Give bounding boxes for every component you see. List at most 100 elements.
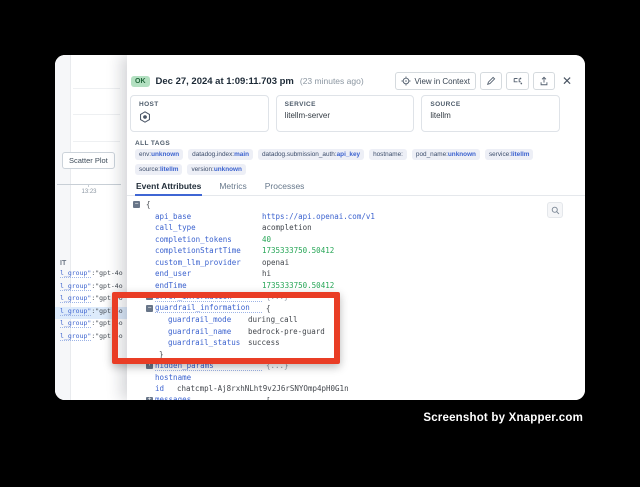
divider [73,88,120,89]
target-icon [401,76,411,86]
tab-metrics[interactable]: Metrics [218,177,247,195]
json-key[interactable]: hostname [155,373,191,382]
json-value: success [248,338,280,347]
list-item[interactable]: l_group":"gpt-4o [55,269,127,282]
list-item[interactable]: l_group":"gpt-4o [55,294,127,307]
row-attribute-value: :"gpt-4o [91,307,122,315]
status-badge: OK [131,76,150,87]
json-line: } [127,349,585,361]
list-item[interactable]: l_group":"gpt-4o [55,332,127,345]
info-box-value [139,111,260,125]
json-key[interactable]: guardrail_information [155,303,262,313]
view-in-context-button[interactable]: View in Context [395,72,476,90]
left-rail [55,55,71,400]
host-service-source-row: HOST SERVICElitellm-serverSOURCElitellm [130,95,560,132]
json-line-hidden-params: +hidden_params{...} [127,360,585,372]
tag-value: main [234,151,249,158]
close-button[interactable]: ✕ [559,72,575,90]
json-value: 40 [262,235,271,244]
info-box-host: HOST [130,95,269,132]
related-traces-button[interactable] [506,72,529,90]
divider [73,114,120,115]
row-attribute-value: :"gpt-4o [91,269,122,277]
tab-processes[interactable]: Processes [264,177,306,195]
search-button[interactable] [547,202,563,218]
row-attribute-key: l_group" [60,282,91,291]
tab-bar: Event Attributes Metrics Processes [127,177,585,196]
tag-hostname[interactable]: hostname: [369,149,407,160]
json-key[interactable]: hidden_params [155,361,262,371]
row-attribute-value: :"gpt-4o [91,294,122,302]
json-key[interactable]: guardrail_status [168,338,248,347]
json-value: acompletion [262,223,312,232]
json-key[interactable]: api_base [155,212,262,221]
json-key[interactable]: completionStartTime [155,246,262,255]
json-key[interactable]: end_user [155,269,262,278]
json-key[interactable]: messages [155,395,262,400]
json-key[interactable]: endTime [155,281,262,290]
event-detail-panel: OK Dec 27, 2024 at 1:09:11.703 pm (23 mi… [127,55,585,400]
json-key[interactable]: guardrail_mode [168,315,248,324]
tag-version[interactable]: version:unknown [187,164,245,175]
tag-source[interactable]: source:litellm [135,164,182,175]
app-window: Scatter Plot 13:23 IT l_group":"gpt-4ol_… [55,55,585,400]
json-key[interactable]: error_information [155,292,262,302]
tag-datadog-submission-auth[interactable]: datadog.submission_auth:api_key [258,149,364,160]
tag-value: litellm [511,151,529,158]
expander-slot: + [146,397,155,400]
list-item[interactable]: l_group":"gpt-4o [55,307,127,320]
json-line-end-user: end_userhi [127,268,585,280]
pencil-icon [486,76,496,86]
json-line-error-information: +error_information{...} [127,291,585,303]
tab-event-attributes[interactable]: Event Attributes [135,177,202,195]
tag-value: unknown [448,151,476,158]
expand-icon[interactable]: + [146,362,153,369]
list-item[interactable]: l_group":"gpt-4o [55,319,127,332]
json-key[interactable]: custom_llm_provider [155,258,262,267]
json-key[interactable]: id [155,384,177,393]
screenshot-background: Scatter Plot 13:23 IT l_group":"gpt-4ol_… [0,0,640,487]
tag-service[interactable]: service:litellm [485,149,534,160]
json-line-messages: +messages[ [127,395,585,401]
json-value: 1735333750.50412 [262,246,334,255]
tag-env[interactable]: env:unknown [135,149,183,160]
export-button[interactable] [533,72,555,90]
row-attribute-key: l_group" [60,319,91,328]
edit-button[interactable] [480,72,502,90]
collapse-icon[interactable]: − [133,201,140,208]
list-item[interactable]: l_group":"gpt-4o [55,282,127,295]
expander-slot: + [146,362,155,369]
tag-key: service: [489,151,511,158]
info-box-service: SERVICElitellm-server [276,95,415,132]
json-line-guardrail-status: guardrail_statussuccess [127,337,585,349]
info-box-label: HOST [139,101,260,108]
host-hexagon-icon [139,116,151,125]
tag-value: unknown [214,166,242,173]
expand-icon[interactable]: + [146,397,153,400]
json-key[interactable]: call_type [155,223,262,232]
watermark: Screenshot by Xnapper.com [423,412,583,424]
tag-key: version: [191,166,213,173]
divider [73,141,120,142]
event-attributes-json-viewer: −{api_basehttps://api.openai.com/v1call_… [127,196,585,400]
tag-value: api_key [337,151,360,158]
collapse-icon[interactable]: − [146,305,153,312]
view-in-context-label: View in Context [415,77,470,86]
json-value: during_call [248,315,298,324]
expand-icon[interactable]: + [146,293,153,300]
tag-value: unknown [151,151,179,158]
search-icon [551,203,560,218]
json-value: bedrock-pre-guard [248,327,325,336]
tag-datadog-index[interactable]: datadog.index:main [188,149,253,160]
panel-header: OK Dec 27, 2024 at 1:09:11.703 pm (23 mi… [131,72,575,90]
row-attribute-key: l_group" [60,294,91,303]
json-line-id: idchatcmpl-Aj8rxhNLht9v2J6rSNYOmp4pH0G1n [127,383,585,395]
tag-key: pod_name: [416,151,448,158]
tag-key: datadog.submission_auth: [262,151,337,158]
tags-list: env:unknown datadog.index:main datadog.sub… [135,149,567,175]
tag-pod-name[interactable]: pod_name:unknown [412,149,480,160]
scatter-plot-button[interactable]: Scatter Plot [62,152,115,169]
expander-slot: − [146,305,155,312]
json-key[interactable]: guardrail_name [168,327,248,336]
json-key[interactable]: completion_tokens [155,235,262,244]
